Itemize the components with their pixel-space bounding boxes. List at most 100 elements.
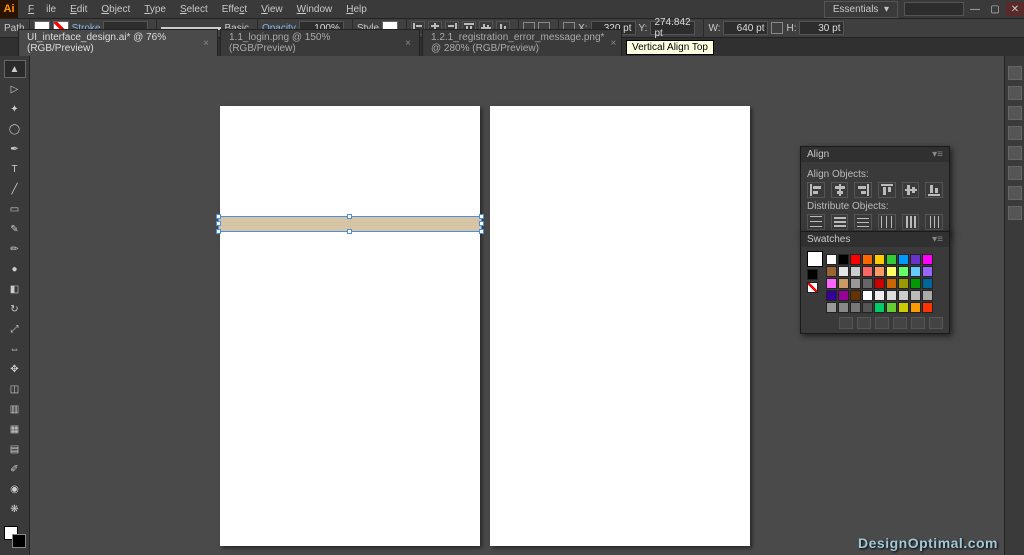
swatch[interactable]: [838, 290, 849, 301]
swatch[interactable]: [850, 254, 861, 265]
width-tool[interactable]: ⇔: [4, 340, 26, 358]
swatch[interactable]: [862, 254, 873, 265]
swatch[interactable]: [886, 266, 897, 277]
distribute-top-button[interactable]: [807, 214, 825, 230]
swatch[interactable]: [898, 254, 909, 265]
align-vcenter-button[interactable]: [902, 182, 920, 198]
swatch[interactable]: [922, 290, 933, 301]
h-input[interactable]: 30 pt: [799, 21, 844, 35]
menu-select[interactable]: Select: [174, 2, 214, 17]
swatch[interactable]: [910, 278, 921, 289]
new-group-icon[interactable]: [893, 317, 907, 329]
menu-view[interactable]: View: [255, 2, 289, 17]
swatch[interactable]: [874, 266, 885, 277]
lasso-tool[interactable]: ◯: [4, 120, 26, 138]
mesh-tool[interactable]: ▦: [4, 420, 26, 438]
swatch[interactable]: [838, 254, 849, 265]
y-input[interactable]: 274.842 pt: [650, 21, 695, 35]
swatch[interactable]: [838, 302, 849, 313]
direct-selection-tool[interactable]: ▷: [4, 80, 26, 98]
swatch[interactable]: [910, 290, 921, 301]
align-panel[interactable]: Align▾≡ Align Objects: Distribute Object…: [800, 146, 950, 235]
eyedropper-tool[interactable]: ✐: [4, 460, 26, 478]
scale-tool[interactable]: ⤢: [4, 320, 26, 338]
swatch[interactable]: [874, 302, 885, 313]
distribute-hcenter-button[interactable]: [902, 214, 920, 230]
search-input[interactable]: [904, 2, 964, 16]
align-top-button[interactable]: [878, 182, 896, 198]
swatch[interactable]: [874, 290, 885, 301]
symbol-sprayer-tool[interactable]: ❋: [4, 500, 26, 518]
panel-title[interactable]: Align▾≡: [801, 147, 949, 162]
swatch[interactable]: [826, 266, 837, 277]
blend-tool[interactable]: ◉: [4, 480, 26, 498]
swatch[interactable]: [862, 266, 873, 277]
distribute-left-button[interactable]: [878, 214, 896, 230]
swatch-libraries-icon[interactable]: [839, 317, 853, 329]
none-swatch-icon[interactable]: [807, 269, 818, 280]
rotate-tool[interactable]: ↻: [4, 300, 26, 318]
minimize-button[interactable]: —: [966, 2, 984, 16]
swatch[interactable]: [886, 278, 897, 289]
blob-brush-tool[interactable]: ●: [4, 260, 26, 278]
close-tab-icon[interactable]: ×: [610, 38, 616, 49]
menu-edit[interactable]: Edit: [64, 2, 93, 17]
menu-help[interactable]: Help: [340, 2, 373, 17]
document-tab[interactable]: 1.1_login.png @ 150% (RGB/Preview)×: [220, 29, 420, 56]
delete-swatch-icon[interactable]: [929, 317, 943, 329]
workspace-switcher[interactable]: Essentials ▾: [824, 1, 898, 18]
maximize-button[interactable]: ▢: [986, 2, 1004, 16]
swatch[interactable]: [898, 278, 909, 289]
swatch[interactable]: [862, 290, 873, 301]
swatch[interactable]: [826, 278, 837, 289]
distribute-vcenter-button[interactable]: [831, 214, 849, 230]
canvas-viewport[interactable]: Align▾≡ Align Objects: Distribute Object…: [30, 56, 1004, 555]
align-bottom-button[interactable]: [925, 182, 943, 198]
rectangle-tool[interactable]: ▭: [4, 200, 26, 218]
menu-effect[interactable]: Effect: [216, 2, 253, 17]
line-tool[interactable]: ╱: [4, 180, 26, 198]
swatch[interactable]: [922, 302, 933, 313]
graphic-styles-panel-icon[interactable]: [1008, 186, 1022, 200]
menu-object[interactable]: Object: [95, 2, 136, 17]
gradient-tool[interactable]: ▤: [4, 440, 26, 458]
swatch[interactable]: [850, 302, 861, 313]
perspective-tool[interactable]: ▥: [4, 400, 26, 418]
swatch[interactable]: [850, 290, 861, 301]
distribute-bottom-button[interactable]: [854, 214, 872, 230]
color-panel-icon[interactable]: [1008, 66, 1022, 80]
swatch[interactable]: [922, 266, 933, 277]
distribute-right-button[interactable]: [925, 214, 943, 230]
panel-menu-icon[interactable]: ▾≡: [932, 149, 943, 160]
swatch[interactable]: [838, 266, 849, 277]
link-wh-icon[interactable]: [771, 22, 783, 34]
w-input[interactable]: 640 pt: [723, 21, 768, 35]
fill-stroke-indicator[interactable]: [4, 526, 26, 548]
align-hcenter-button[interactable]: [831, 182, 849, 198]
registration-swatch-icon[interactable]: [807, 282, 818, 293]
swatch[interactable]: [850, 266, 861, 277]
stroke-panel-icon[interactable]: [1008, 106, 1022, 120]
swatch[interactable]: [898, 290, 909, 301]
color-guide-panel-icon[interactable]: [1008, 86, 1022, 100]
magic-wand-tool[interactable]: ✦: [4, 100, 26, 118]
swatch[interactable]: [910, 266, 921, 277]
pen-tool[interactable]: ✒: [4, 140, 26, 158]
swatch[interactable]: [874, 278, 885, 289]
layers-panel-icon[interactable]: [1008, 206, 1022, 220]
swatch[interactable]: [826, 302, 837, 313]
current-swatch-icon[interactable]: [807, 251, 823, 267]
pencil-tool[interactable]: ✏: [4, 240, 26, 258]
swatch[interactable]: [898, 302, 909, 313]
swatch[interactable]: [862, 302, 873, 313]
free-transform-tool[interactable]: ✥: [4, 360, 26, 378]
swatch-options-icon[interactable]: [875, 317, 889, 329]
transparency-panel-icon[interactable]: [1008, 146, 1022, 160]
menu-type[interactable]: Type: [138, 2, 172, 17]
close-tab-icon[interactable]: ×: [405, 38, 411, 49]
swatch[interactable]: [826, 290, 837, 301]
swatch[interactable]: [838, 278, 849, 289]
swatch[interactable]: [862, 278, 873, 289]
swatch[interactable]: [826, 254, 837, 265]
swatch[interactable]: [910, 302, 921, 313]
